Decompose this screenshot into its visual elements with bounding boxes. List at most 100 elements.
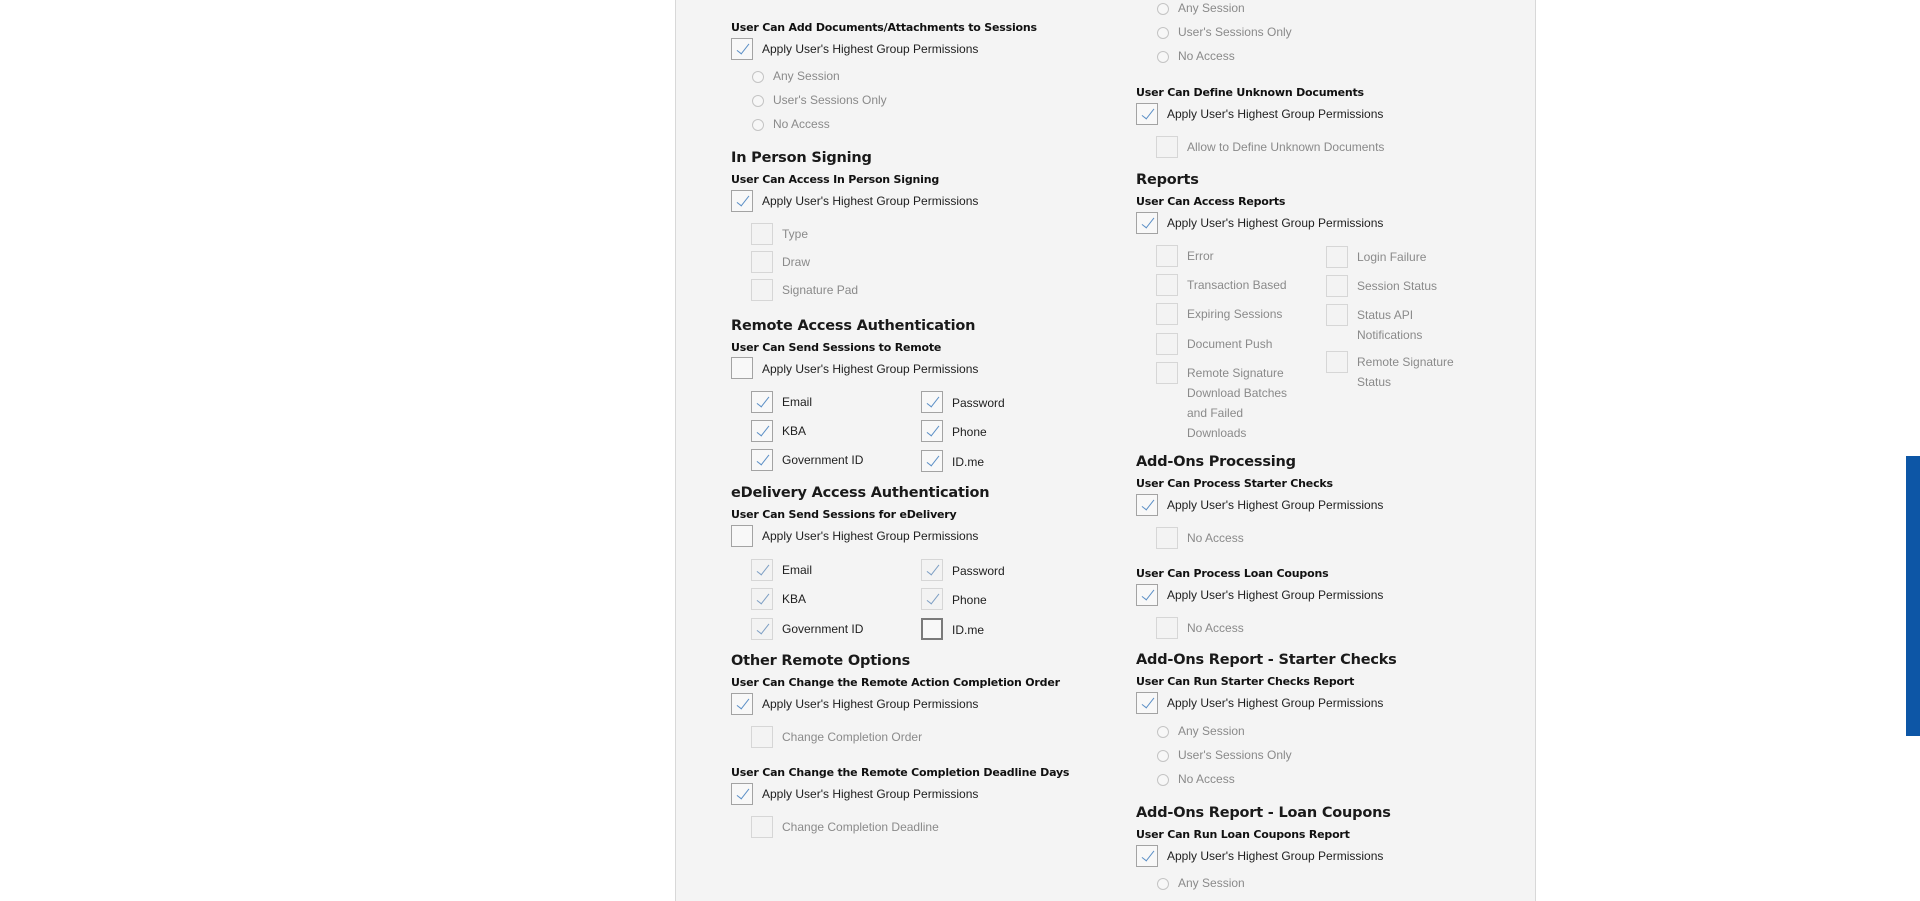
report-login-failure-checkbox[interactable] <box>1326 246 1348 268</box>
remote-kba-label: KBA <box>782 424 807 438</box>
starter-report-heading: Add-Ons Report - Starter Checks <box>1136 652 1397 668</box>
reports-apply-checkbox[interactable] <box>1136 212 1158 234</box>
attach-none-radio[interactable] <box>752 119 764 131</box>
starter-report-any-radio[interactable] <box>1157 726 1169 738</box>
reports-heading: Reports <box>1136 172 1199 188</box>
edelivery-idme-checkbox[interactable] <box>921 618 943 640</box>
loan-coupons-title: User Can Process Loan Coupons <box>1136 567 1329 580</box>
remote-phone-checkbox[interactable] <box>921 420 943 442</box>
top-users-label: User's Sessions Only <box>1178 25 1292 39</box>
top-any-radio[interactable] <box>1157 3 1169 15</box>
attach-apply-checkbox[interactable] <box>731 38 753 60</box>
top-users-radio[interactable] <box>1157 27 1169 39</box>
edelivery-phone-checkbox[interactable] <box>921 588 943 610</box>
change-deadline-checkbox[interactable] <box>751 816 773 838</box>
attach-any-radio[interactable] <box>752 71 764 83</box>
allow-unknown-docs-checkbox[interactable] <box>1156 136 1178 158</box>
loan-report-any-radio[interactable] <box>1157 878 1169 890</box>
edelivery-password-checkbox[interactable] <box>921 559 943 581</box>
loan-no-access-checkbox[interactable] <box>1156 617 1178 639</box>
attach-none-label: No Access <box>773 117 830 131</box>
type-label: Type <box>782 227 809 241</box>
edelivery-email-checkbox[interactable] <box>751 559 773 581</box>
reports-apply-label: Apply User's Highest Group Permissions <box>1167 216 1384 230</box>
remote-password-label: Password <box>952 396 1005 410</box>
report-session-status-label: Session Status <box>1357 279 1438 293</box>
edelivery-auth-heading: eDelivery Access Authentication <box>731 485 990 501</box>
starter-report-users-label: User's Sessions Only <box>1178 748 1292 762</box>
top-any-label: Any Session <box>1178 1 1245 15</box>
deadline-apply-checkbox[interactable] <box>731 783 753 805</box>
deadline-apply-label: Apply User's Highest Group Permissions <box>762 787 979 801</box>
remote-auth-title: User Can Send Sessions to Remote <box>731 341 942 354</box>
remote-email-label: Email <box>782 395 813 409</box>
edelivery-kba-checkbox[interactable] <box>751 588 773 610</box>
attach-permission-title: User Can Add Documents/Attachments to Se… <box>731 21 1037 34</box>
report-session-status-checkbox[interactable] <box>1326 275 1348 297</box>
attach-users-label: User's Sessions Only <box>773 93 887 107</box>
change-order-checkbox[interactable] <box>751 726 773 748</box>
remote-idme-checkbox[interactable] <box>921 450 943 472</box>
in-person-apply-checkbox[interactable] <box>731 190 753 212</box>
starter-report-title: User Can Run Starter Checks Report <box>1136 675 1355 688</box>
loan-no-access-label: No Access <box>1187 621 1244 635</box>
starter-apply-checkbox[interactable] <box>1136 494 1158 516</box>
loan-report-apply-label: Apply User's Highest Group Permissions <box>1167 849 1384 863</box>
remote-apply-label: Apply User's Highest Group Permissions <box>762 362 979 376</box>
unknown-docs-apply-checkbox[interactable] <box>1136 103 1158 125</box>
report-document-push-label: Document Push <box>1187 337 1273 351</box>
starter-report-apply-checkbox[interactable] <box>1136 692 1158 714</box>
type-checkbox[interactable] <box>751 223 773 245</box>
top-none-label: No Access <box>1178 49 1235 63</box>
report-remote-sig-download-checkbox[interactable] <box>1156 362 1178 384</box>
order-apply-checkbox[interactable] <box>731 693 753 715</box>
report-expiring-label: Expiring Sessions <box>1187 307 1283 321</box>
order-apply-label: Apply User's Highest Group Permissions <box>762 697 979 711</box>
loan-report-any-label: Any Session <box>1178 876 1245 890</box>
draw-label: Draw <box>782 255 811 269</box>
starter-no-access-checkbox[interactable] <box>1156 527 1178 549</box>
edelivery-auth-title: User Can Send Sessions for eDelivery <box>731 508 957 521</box>
report-error-label: Error <box>1187 249 1214 263</box>
loan-apply-checkbox[interactable] <box>1136 584 1158 606</box>
edelivery-password-label: Password <box>952 564 1005 578</box>
remote-password-checkbox[interactable] <box>921 391 943 413</box>
edelivery-gov-id-label: Government ID <box>782 622 864 636</box>
attach-users-radio[interactable] <box>752 95 764 107</box>
report-remote-sig-status-label: Remote Signature Status <box>1357 355 1454 389</box>
remote-email-checkbox[interactable] <box>751 391 773 413</box>
in-person-apply-label: Apply User's Highest Group Permissions <box>762 194 979 208</box>
scroll-indicator[interactable] <box>1906 456 1920 736</box>
report-remote-sig-status-checkbox[interactable] <box>1326 351 1348 373</box>
report-login-failure-label: Login Failure <box>1357 250 1427 264</box>
report-status-api-label: Status API Notifications <box>1357 308 1423 342</box>
remote-gov-id-checkbox[interactable] <box>751 449 773 471</box>
starter-report-none-label: No Access <box>1178 772 1235 786</box>
loan-report-apply-checkbox[interactable] <box>1136 845 1158 867</box>
remote-gov-id-label: Government ID <box>782 453 864 467</box>
edelivery-apply-checkbox[interactable] <box>731 525 753 547</box>
report-document-push-checkbox[interactable] <box>1156 333 1178 355</box>
in-person-title: User Can Access In Person Signing <box>731 173 940 186</box>
starter-report-users-radio[interactable] <box>1157 750 1169 762</box>
report-remote-sig-download-label: Remote Signature Download Batches and Fa… <box>1187 366 1288 440</box>
loan-report-title: User Can Run Loan Coupons Report <box>1136 828 1350 841</box>
report-expiring-checkbox[interactable] <box>1156 303 1178 325</box>
starter-report-any-label: Any Session <box>1178 724 1245 738</box>
draw-checkbox[interactable] <box>751 251 773 273</box>
attach-any-label: Any Session <box>773 69 840 83</box>
attach-apply-label: Apply User's Highest Group Permissions <box>762 42 979 56</box>
starter-report-none-radio[interactable] <box>1157 774 1169 786</box>
allow-unknown-docs-label: Allow to Define Unknown Documents <box>1187 140 1385 154</box>
edelivery-kba-label: KBA <box>782 592 807 606</box>
report-transaction-checkbox[interactable] <box>1156 274 1178 296</box>
signature-pad-checkbox[interactable] <box>751 279 773 301</box>
top-none-radio[interactable] <box>1157 51 1169 63</box>
remote-kba-checkbox[interactable] <box>751 420 773 442</box>
report-error-checkbox[interactable] <box>1156 245 1178 267</box>
edelivery-gov-id-checkbox[interactable] <box>751 618 773 640</box>
edelivery-idme-label: ID.me <box>952 623 985 637</box>
unknown-docs-title: User Can Define Unknown Documents <box>1136 86 1364 99</box>
report-status-api-checkbox[interactable] <box>1326 304 1348 326</box>
remote-apply-checkbox[interactable] <box>731 357 753 379</box>
